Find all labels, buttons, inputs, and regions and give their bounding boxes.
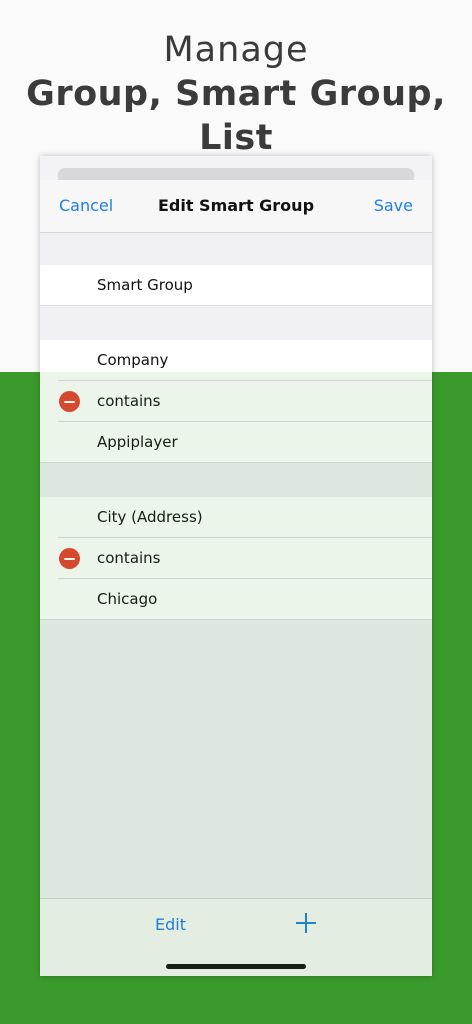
condition-operator: contains xyxy=(97,549,161,567)
empty-list-area xyxy=(40,620,432,898)
condition-1-operator-row[interactable]: contains xyxy=(40,381,432,422)
navigation-bar: Cancel Edit Smart Group Save xyxy=(40,180,432,233)
delete-minus-icon[interactable] xyxy=(59,548,80,569)
condition-field: City (Address) xyxy=(97,508,203,526)
phone-screen: Cancel Edit Smart Group Save Smart Group… xyxy=(40,156,432,976)
condition-value: Chicago xyxy=(97,590,158,608)
plus-icon[interactable] xyxy=(296,913,316,933)
condition-2-field-row[interactable]: City (Address) xyxy=(40,497,432,538)
section-spacer xyxy=(40,233,432,265)
marketing-headline: Manage Group, Smart Group, List xyxy=(0,28,472,160)
home-indicator xyxy=(166,964,306,969)
edit-button[interactable]: Edit xyxy=(155,915,186,934)
save-button[interactable]: Save xyxy=(374,196,413,215)
delete-minus-icon[interactable] xyxy=(59,391,80,412)
headline-line-1: Manage xyxy=(163,30,309,70)
section-spacer xyxy=(40,306,432,340)
condition-operator: contains xyxy=(97,392,161,410)
headline-line-2: Group, Smart Group, List xyxy=(26,74,446,158)
section-spacer xyxy=(40,463,432,497)
condition-1-field-row[interactable]: Company xyxy=(40,340,432,381)
condition-field: Company xyxy=(97,351,169,369)
group-name-field[interactable]: Smart Group xyxy=(40,265,432,306)
condition-2-value-row[interactable]: Chicago xyxy=(40,579,432,620)
group-name-value: Smart Group xyxy=(97,276,193,294)
condition-2-operator-row[interactable]: contains xyxy=(40,538,432,579)
condition-1-value-row[interactable]: Appiplayer xyxy=(40,422,432,463)
condition-value: Appiplayer xyxy=(97,433,178,451)
